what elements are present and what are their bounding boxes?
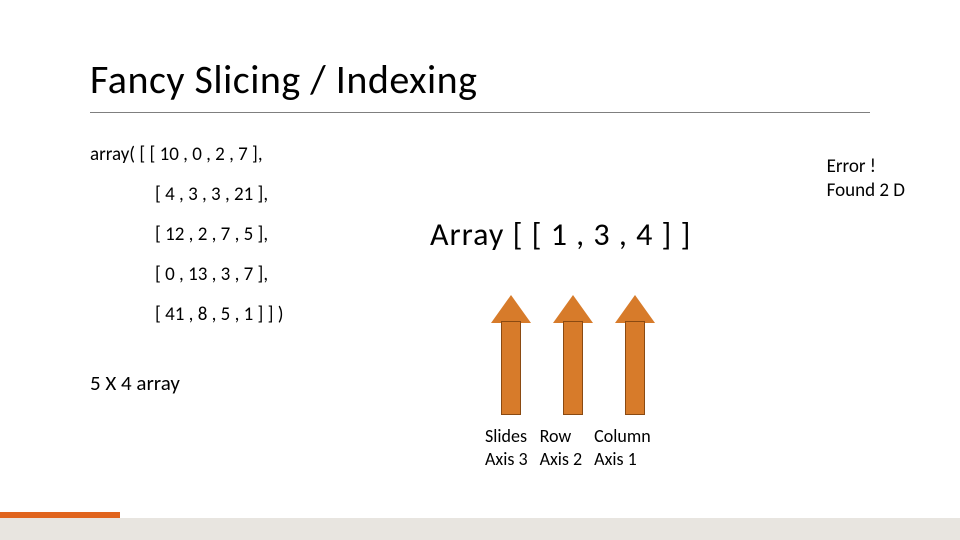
footer-bar — [0, 518, 960, 540]
label-slides-bottom: Axis 3 — [485, 448, 528, 471]
label-column-top: Column — [594, 425, 651, 448]
label-column-bottom: Axis 1 — [594, 448, 651, 471]
slide: Fancy Slicing / Indexing array( [ [ 10 ,… — [0, 0, 960, 540]
array-expression: Array [ [ 1 , 3 , 4 ] ] — [430, 215, 691, 254]
error-line-1: Error ! — [827, 155, 905, 179]
label-row-bottom: Axis 2 — [540, 448, 583, 471]
label-column: Column Axis 1 — [594, 425, 651, 470]
label-slides: Slides Axis 3 — [485, 425, 528, 470]
array-line-2: [ 12 , 2 , 7 , 5 ], — [90, 225, 284, 265]
array-literal-block: array( [ [ 10 , 0 , 2 , 7 ], [ 4 , 3 , 3… — [90, 145, 284, 345]
label-row-top: Row — [540, 425, 583, 448]
slide-title: Fancy Slicing / Indexing — [90, 55, 478, 104]
up-arrow-icon — [557, 295, 589, 415]
arrows-group — [495, 295, 651, 415]
axis-labels: Slides Axis 3 Row Axis 2 Column Axis 1 — [485, 425, 651, 470]
error-line-2: Found 2 D — [827, 179, 905, 203]
array-line-4: [ 41 , 8 , 5 , 1 ] ] ) — [90, 305, 284, 345]
up-arrow-icon — [619, 295, 651, 415]
array-line-0: array( [ [ 10 , 0 , 2 , 7 ], — [90, 145, 284, 185]
array-line-1: [ 4 , 3 , 3 , 21 ], — [90, 185, 284, 225]
up-arrow-icon — [495, 295, 527, 415]
error-message: Error ! Found 2 D — [827, 155, 905, 203]
label-slides-top: Slides — [485, 425, 528, 448]
dimensions-label: 5 X 4 array — [90, 370, 180, 396]
title-underline — [90, 112, 870, 113]
label-row: Row Axis 2 — [540, 425, 583, 470]
array-line-3: [ 0 , 13 , 3 , 7 ], — [90, 265, 284, 305]
